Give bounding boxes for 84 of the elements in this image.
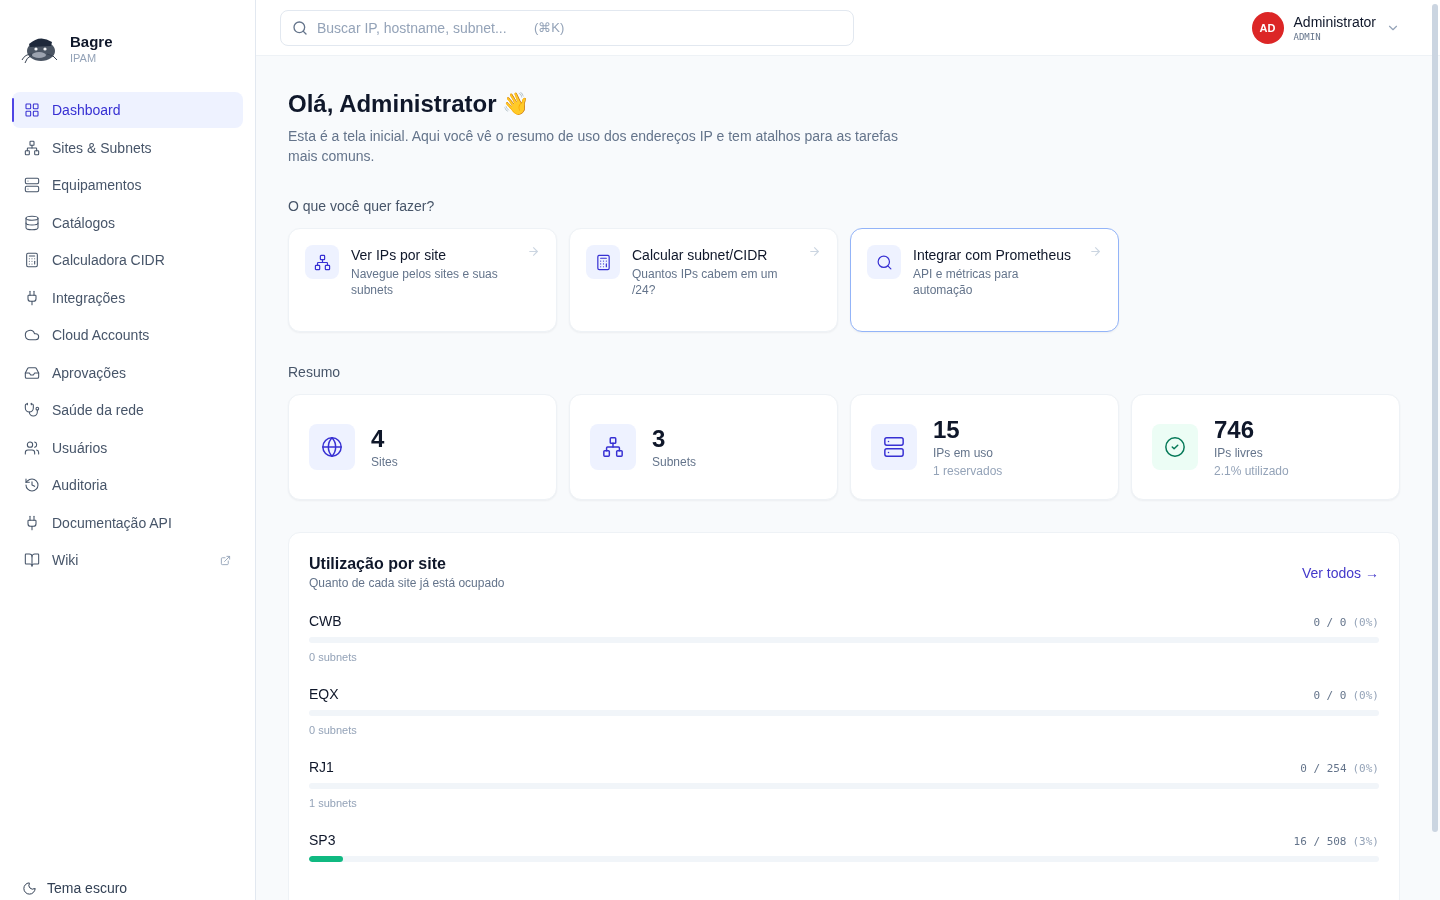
stat-value: 3 bbox=[652, 425, 667, 453]
see-all-link[interactable]: Ver todos → bbox=[1301, 564, 1379, 581]
subnet-count: 0 subnets bbox=[309, 724, 358, 736]
arrow-right-icon bbox=[808, 245, 821, 258]
stat-label: IPs em uso bbox=[933, 446, 995, 460]
stat-label: Subnets bbox=[652, 455, 697, 469]
stat-label: Sites bbox=[371, 455, 398, 469]
site-name: EQX bbox=[309, 686, 339, 702]
inbox-icon bbox=[24, 364, 40, 381]
action-card[interactable]: Ver IPs por site Navegue pelos sites e suas subnets bbox=[288, 228, 557, 332]
brand-name: Bagre bbox=[70, 32, 113, 50]
search-tile-icon bbox=[867, 245, 901, 279]
sidebar-item[interactable]: Aprovações bbox=[12, 354, 243, 391]
sidebar-item[interactable]: Sites & Subnets bbox=[12, 129, 243, 166]
action-title: Calcular subnet/CIDR bbox=[632, 246, 769, 265]
usage-percent: (0%) bbox=[1352, 689, 1379, 702]
usage-percent: (0%) bbox=[1352, 616, 1379, 629]
plug-icon bbox=[24, 514, 40, 531]
waving-hand-emoji: 👋 bbox=[502, 91, 530, 117]
sidebar-item[interactable]: Auditoria bbox=[12, 467, 243, 503]
stat-value: 4 bbox=[371, 425, 386, 453]
action-subtitle: API e métricas para automação bbox=[913, 266, 1020, 298]
usage-reading: 0 / 0 bbox=[1313, 616, 1347, 629]
sidebar-item[interactable]: Equipamentos bbox=[12, 167, 243, 203]
network-tile-icon bbox=[305, 245, 339, 279]
usage-reading: 0 / 254 bbox=[1300, 762, 1347, 775]
network-icon bbox=[24, 139, 40, 156]
users-icon bbox=[24, 439, 40, 456]
theme-toggle[interactable]: Tema escuro bbox=[22, 880, 255, 896]
plug-icon bbox=[24, 289, 40, 306]
sidebar-item[interactable]: Wiki bbox=[12, 542, 243, 578]
usage-percent: (0%) bbox=[1352, 762, 1379, 775]
database-icon bbox=[24, 214, 40, 231]
section-heading: O que você quer fazer? bbox=[288, 198, 436, 214]
stat-label: IPs livres bbox=[1214, 446, 1264, 460]
usage-reading: 0 / 0 bbox=[1313, 689, 1347, 702]
action-subtitle: Quantos IPs cabem em um /24? bbox=[632, 266, 779, 298]
user-name: Administrator bbox=[1293, 13, 1376, 30]
book-icon bbox=[24, 552, 40, 568]
sidebar-item[interactable]: Integrações bbox=[12, 279, 243, 316]
dashboard-icon bbox=[24, 102, 40, 118]
usage-reading: 16 / 508 bbox=[1293, 835, 1347, 848]
site-name: CWB bbox=[309, 613, 342, 629]
arrow-right-icon bbox=[527, 245, 540, 258]
sidebar-item[interactable]: Cloud Accounts bbox=[12, 317, 243, 353]
moon-icon bbox=[22, 880, 37, 896]
action-title: Ver IPs por site bbox=[351, 246, 447, 265]
search-icon bbox=[292, 19, 308, 36]
action-card[interactable]: Integrar com Prometheus API e métricas para automação bbox=[850, 228, 1119, 332]
stat-value: 746 bbox=[1214, 416, 1256, 444]
arrow-right-icon bbox=[1089, 245, 1102, 258]
user-role: ADMIN bbox=[1293, 31, 1322, 42]
site-name: RJ1 bbox=[309, 759, 334, 775]
action-title: Integrar com Prometheus bbox=[913, 246, 1072, 265]
stat-value: 15 bbox=[933, 416, 961, 444]
panel-subtitle: Quanto de cada site já está ocupado bbox=[309, 576, 505, 590]
stat-note: 2.1% utilizado bbox=[1214, 464, 1289, 478]
stethoscope-icon bbox=[24, 402, 40, 418]
sidebar-item[interactable]: Calculadora CIDR bbox=[12, 242, 243, 278]
user-avatar: AD bbox=[1251, 11, 1284, 44]
page-title: Olá, Administrator bbox=[288, 90, 497, 118]
usage-percent: (3%) bbox=[1352, 835, 1379, 848]
subnet-count: 0 subnets bbox=[309, 651, 358, 663]
calculator-tile-icon bbox=[586, 245, 620, 279]
panel-title: Utilização por site bbox=[309, 555, 447, 573]
section-heading: Resumo bbox=[288, 364, 342, 380]
subnet-count: 1 subnets bbox=[309, 797, 358, 809]
brand-subtitle: IPAM bbox=[70, 51, 98, 64]
site-name: SP3 bbox=[309, 832, 336, 848]
action-card[interactable]: Calcular subnet/CIDR Quantos IPs cabem em um /24? bbox=[569, 228, 838, 332]
sidebar-item[interactable]: Dashboard bbox=[12, 92, 243, 128]
sidebar-item[interactable]: Saúde da rede bbox=[12, 392, 243, 428]
action-subtitle: Navegue pelos sites e suas subnets bbox=[351, 266, 499, 298]
sidebar-item[interactable]: Documentação API bbox=[12, 504, 243, 541]
history-icon bbox=[24, 477, 40, 493]
calculator-icon bbox=[24, 252, 40, 268]
server-icon bbox=[24, 177, 40, 193]
user-menu[interactable]: AD Administrator ADMIN bbox=[1251, 11, 1400, 44]
shortcut-hint: (⌘K) bbox=[534, 19, 565, 35]
sidebar-item[interactable]: Catálogos bbox=[12, 204, 243, 241]
stat-note: 1 reservados bbox=[933, 464, 1003, 478]
sidebar-item[interactable]: Usuários bbox=[12, 429, 243, 466]
cloud-icon bbox=[24, 327, 40, 343]
page-description: Esta é a tela inicial. Aqui você vê o resumo de uso dos endereços IP e tem atalhos para as tarefas mais comuns. bbox=[288, 127, 899, 166]
